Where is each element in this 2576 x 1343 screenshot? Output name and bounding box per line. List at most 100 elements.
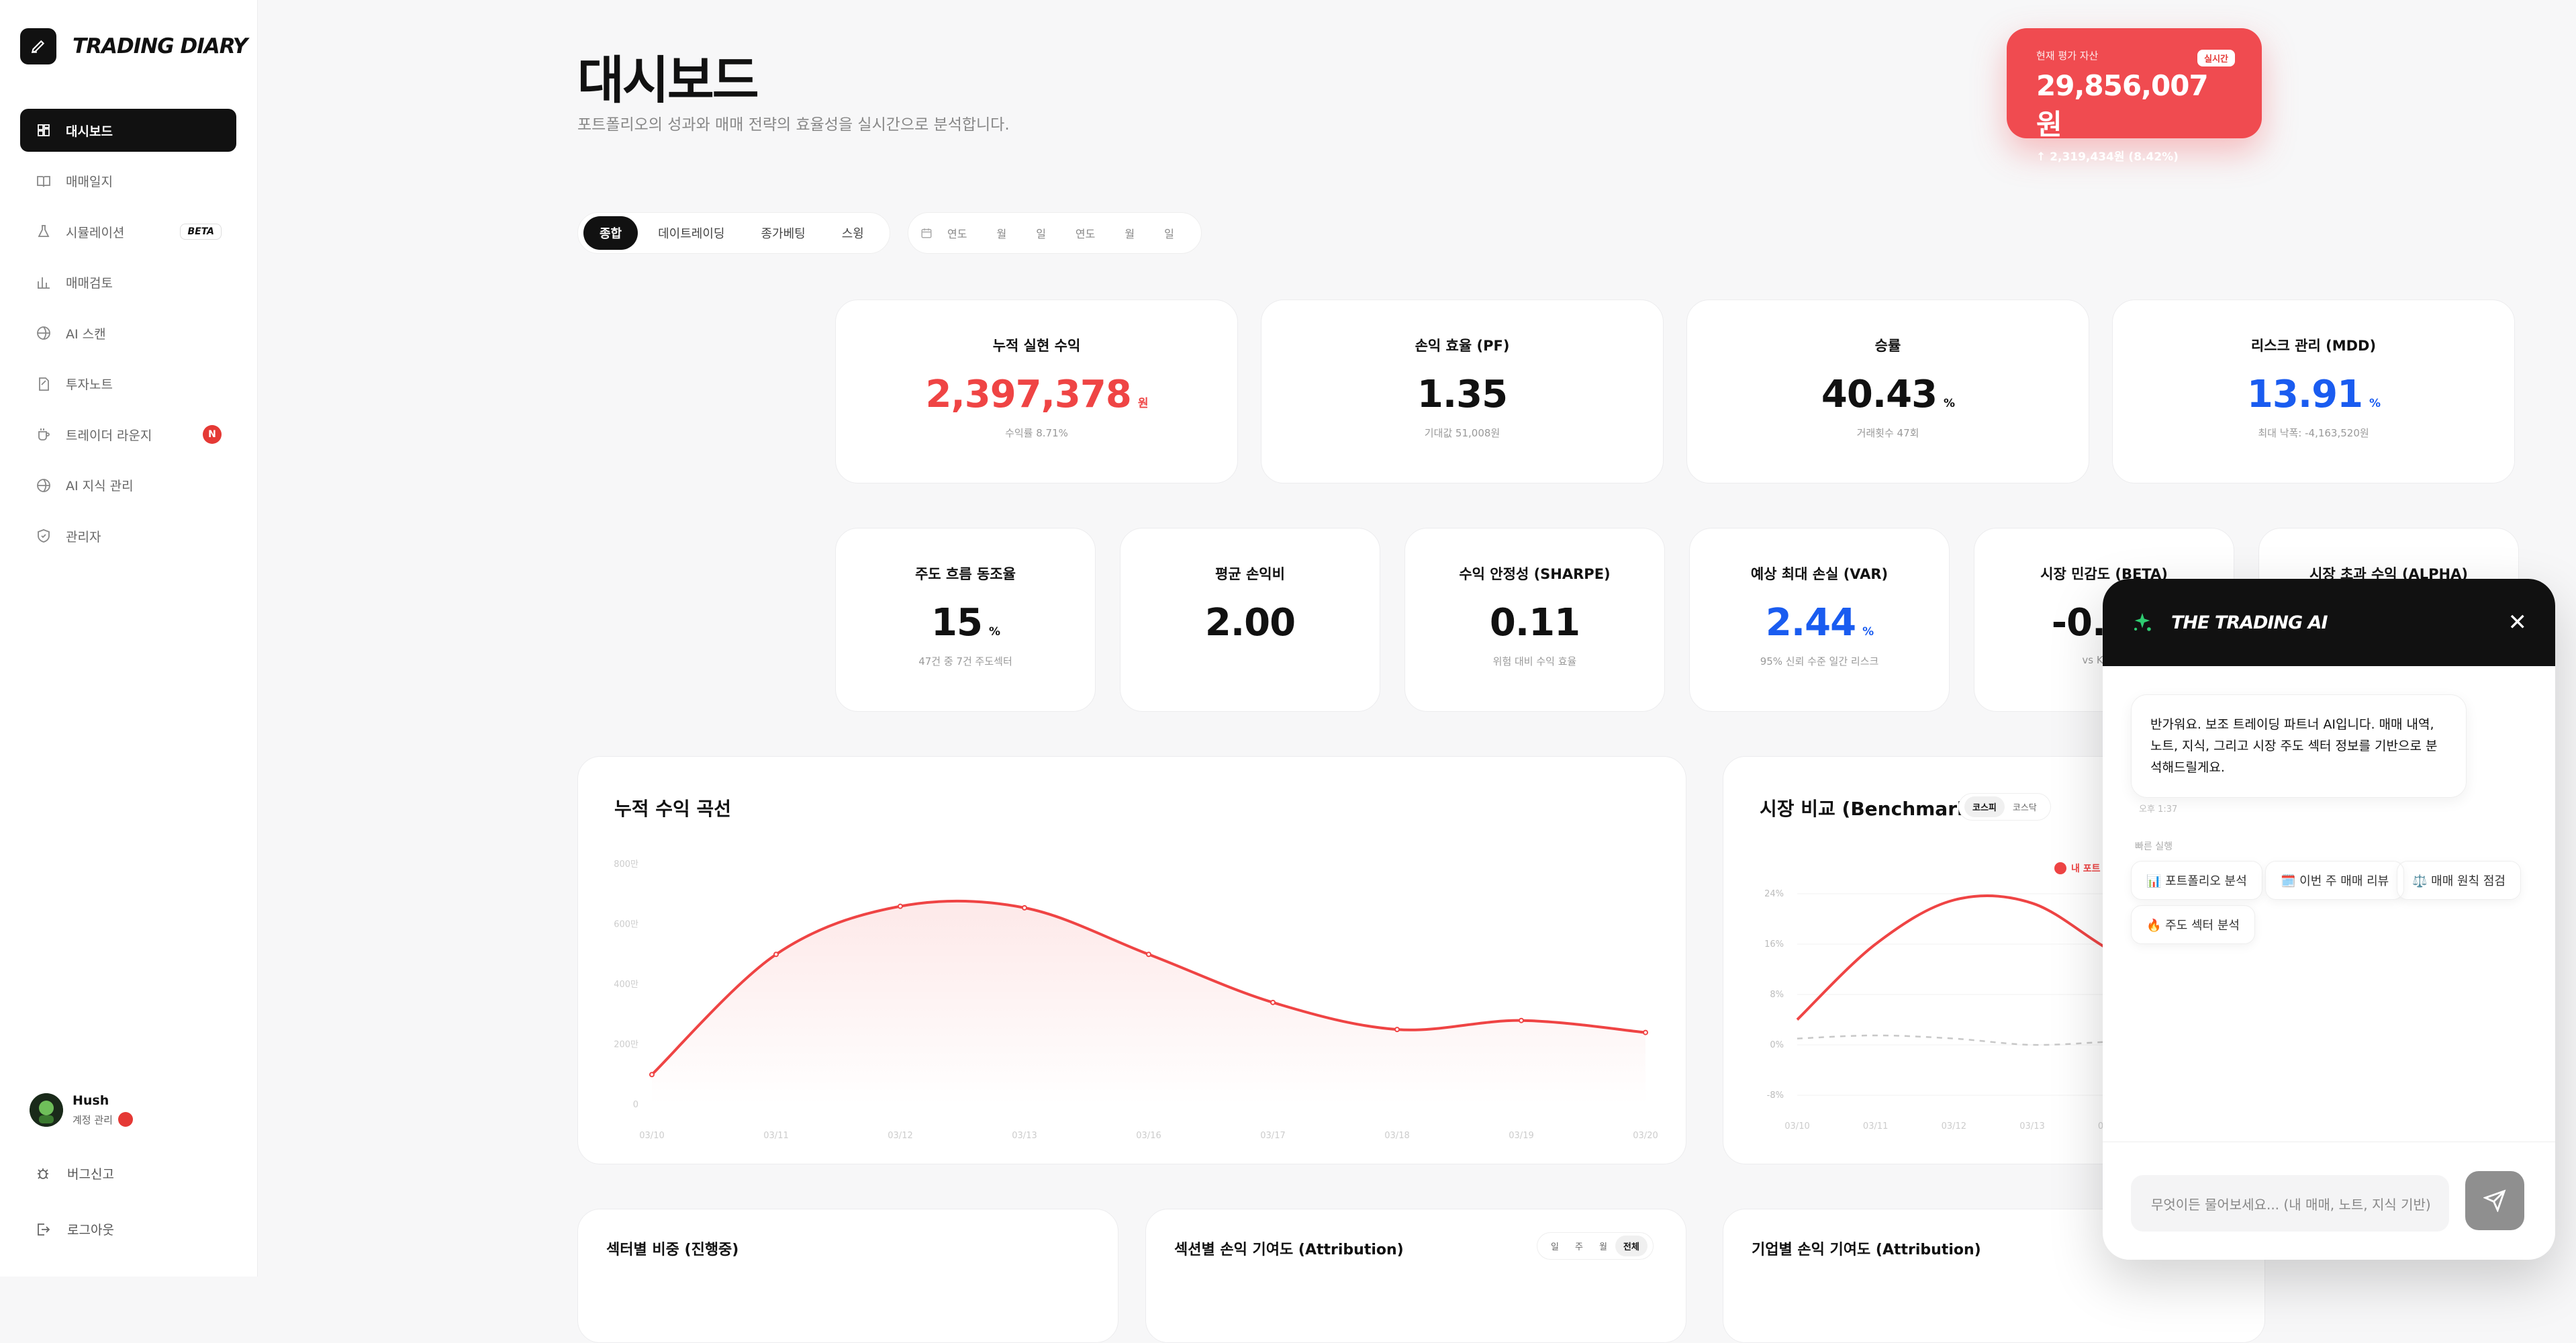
sidebar-item-5[interactable]: 투자노트	[20, 363, 236, 406]
sector-attribution-card: 섹션별 손익 기여도 (Attribution) 일 주 월 전체	[1145, 1209, 1686, 1343]
date-filter: 연도 월 일 연도 월 일	[908, 212, 1202, 254]
stat-unit: %	[1862, 625, 1874, 639]
y-tick-label: 24%	[1764, 889, 1784, 899]
sidebar-item-2[interactable]: 시뮬레이션 BETA	[20, 210, 236, 253]
toggle-day[interactable]: 일	[1543, 1236, 1567, 1256]
note-icon	[35, 375, 52, 393]
user-role-label: 계정 관리	[73, 1113, 113, 1126]
sector-weight-card: 섹터별 비중 (진행중)	[577, 1209, 1118, 1343]
quick-sector-analysis[interactable]: 🔥 주도 섹터 분석	[2131, 905, 2255, 944]
stat-unit: %	[988, 625, 1000, 639]
date-select-4[interactable]: 월	[1125, 225, 1135, 241]
quick-actions-label: 빠른 실행	[2135, 841, 2173, 852]
stat-number: 2.44	[1765, 601, 1856, 645]
sidebar-item-6[interactable]: 트레이더 라운지 N	[20, 413, 236, 456]
stat-sub: 최대 낙폭: -4,163,520원	[2258, 427, 2369, 439]
stat-label: 수익 안정성 (SHARPE)	[1459, 566, 1611, 582]
bar-chart-icon	[35, 274, 52, 291]
stat-label: 리스크 관리 (MDD)	[2250, 338, 2377, 354]
tab-2[interactable]: 종가베팅	[745, 216, 821, 250]
stat-sub: 기대값 51,008원	[1424, 427, 1500, 439]
stat-value: 0.11	[1405, 601, 1664, 645]
stat-label: 손익 효율 (PF)	[1415, 338, 1510, 354]
user-profile[interactable]: Hush 계정 관리	[30, 1093, 133, 1127]
y-tick-label: 200만	[614, 1040, 638, 1050]
bug-report-link[interactable]: 버그신고	[35, 1164, 114, 1183]
date-select-0[interactable]: 연도	[947, 225, 967, 241]
x-tick-label: 03/17	[1260, 1131, 1285, 1141]
stat-value: 2.44%	[1690, 601, 1949, 645]
quick-weekly-review[interactable]: 🗓️ 이번 주 매매 리뷰	[2265, 861, 2405, 900]
book-icon	[35, 173, 52, 190]
equity-point[interactable]	[649, 1072, 655, 1078]
user-name: Hush	[73, 1093, 109, 1108]
equity-point[interactable]	[1394, 1027, 1400, 1033]
stat-sub: 거래횟수 47회	[1856, 427, 1919, 439]
stat-value: 13.91%	[2113, 373, 2514, 416]
equity-point[interactable]	[1146, 952, 1151, 958]
equity-curve-card: 누적 수익 곡선 0 200만 400만 600만 800만 03/10 03/11 03/1…	[577, 756, 1686, 1164]
equity-point[interactable]	[773, 952, 779, 958]
stat-number: 2,397,378	[925, 373, 1132, 416]
logout-icon	[38, 1223, 50, 1236]
y-tick-label: -8%	[1767, 1091, 1784, 1101]
tab-1[interactable]: 데이트레이딩	[642, 216, 741, 250]
date-select-2[interactable]: 일	[1036, 225, 1046, 241]
sidebar-item-0[interactable]: 대시보드	[20, 109, 236, 152]
asset-value: 29,856,007원	[2036, 69, 2209, 141]
sidebar-item-label: 시뮬레이션	[66, 225, 125, 240]
stat-number: 0.11	[1489, 601, 1580, 645]
toggle-all[interactable]: 전체	[1615, 1236, 1648, 1256]
stat-label: 주도 흐름 동조율	[915, 566, 1016, 582]
equity-point[interactable]	[1022, 905, 1027, 911]
logout-link[interactable]: 로그아웃	[35, 1220, 114, 1238]
equity-point[interactable]	[898, 903, 903, 909]
chat-input[interactable]: 무엇이든 물어보세요... (내 매매, 노트, 지식 기반)	[2131, 1175, 2449, 1232]
stat-card: 리스크 관리 (MDD) 13.91% 최대 낙폭: -4,163,520원	[2112, 299, 2515, 483]
sidebar-item-4[interactable]: AI 스캔	[20, 312, 236, 355]
stat-unit: 원	[1137, 397, 1149, 410]
equity-chart: 0 200만 400만 600만 800만 03/10 03/11 03/12 03/13 03/…	[614, 860, 1658, 1141]
asset-card: 현재 평가 자산 실시간 29,856,007원 ↑ 2,319,434원 (8…	[2007, 28, 2262, 164]
tab-3[interactable]: 스윙	[826, 216, 880, 250]
live-badge: 실시간	[2197, 50, 2235, 66]
app-logo[interactable]: TRADING DIARY	[20, 28, 248, 64]
equity-point[interactable]	[1519, 1017, 1524, 1023]
y-tick-label: 0	[633, 1100, 638, 1110]
sidebar-item-3[interactable]: 매매검토	[20, 261, 236, 304]
sidebar-item-1[interactable]: 매매일지	[20, 160, 236, 203]
send-button[interactable]	[2465, 1171, 2524, 1230]
equity-point[interactable]	[1270, 999, 1276, 1005]
sidebar-item-7[interactable]: AI 지식 관리	[20, 464, 236, 507]
date-select-5[interactable]: 일	[1164, 225, 1174, 241]
x-tick-label: 03/16	[1136, 1131, 1161, 1141]
stat-card: 승률 40.43% 거래횟수 47회	[1686, 299, 2089, 483]
avatar	[30, 1093, 63, 1127]
y-tick-label: 8%	[1770, 990, 1784, 1000]
legend-label: 내 포트	[2071, 864, 2101, 874]
date-select-3[interactable]: 연도	[1076, 225, 1095, 241]
page-title: 대시보드	[577, 50, 759, 110]
sidebar-item-label: 관리자	[66, 529, 101, 545]
stat-value: 2.00	[1120, 601, 1380, 645]
sidebar-item-8[interactable]: 관리자	[20, 514, 236, 557]
x-tick-label: 03/18	[1384, 1131, 1409, 1141]
close-icon[interactable]: ✕	[2508, 609, 2528, 636]
x-tick-label: 03/12	[1942, 1121, 1966, 1131]
stat-label: 평균 손익비	[1215, 566, 1285, 582]
date-select-1[interactable]: 월	[996, 225, 1006, 241]
sparkle-icon	[2134, 612, 2151, 631]
toggle-week[interactable]: 주	[1567, 1236, 1591, 1256]
equity-point[interactable]	[1643, 1029, 1648, 1035]
globe-icon	[35, 477, 52, 494]
stat-card: 평균 손익비 2.00	[1120, 528, 1380, 712]
chat-title: THE TRADING AI	[2171, 612, 2328, 633]
quick-portfolio-analysis[interactable]: 📊 포트폴리오 분석	[2131, 861, 2262, 900]
sidebar-item-label: 트레이더 라운지	[66, 428, 152, 443]
toggle-month[interactable]: 월	[1591, 1236, 1615, 1256]
ai-chat-panel: THE TRADING AI ✕ 반가워요. 보조 트레이딩 파트너 AI입니다…	[2103, 579, 2555, 1260]
stat-value: 15%	[836, 601, 1095, 645]
user-role[interactable]: 계정 관리	[73, 1112, 133, 1127]
quick-rule-check[interactable]: ⚖️ 매매 원칙 점검	[2397, 861, 2521, 900]
tab-0[interactable]: 종합	[583, 216, 638, 250]
